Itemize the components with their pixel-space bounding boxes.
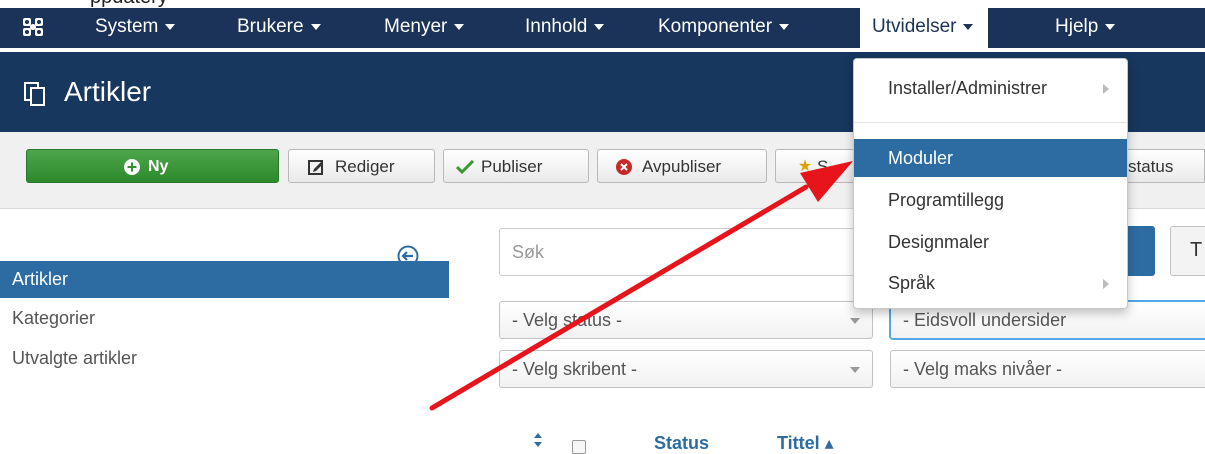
menu-users[interactable]: Brukere: [237, 8, 321, 48]
column-title-header[interactable]: Tittel ▴: [777, 433, 834, 454]
dropdown-item-label: Installer/Administrer: [888, 78, 1048, 98]
column-status-header[interactable]: Status: [654, 433, 709, 454]
chevron-down-icon: [594, 23, 605, 30]
chevron-right-icon: [1103, 279, 1109, 289]
extensions-dropdown-menu: Installer/Administrer Moduler Programtil…: [853, 58, 1128, 309]
category-select-value: - Eidsvoll undersider: [903, 310, 1067, 330]
search-placeholder: Søk: [512, 242, 545, 262]
search-tools-label: T: [1190, 239, 1203, 261]
select-all-checkbox[interactable]: [572, 440, 586, 454]
search-tools-button[interactable]: T: [1170, 226, 1205, 276]
cancel-circle-icon: [616, 159, 632, 175]
edit-button-label: Rediger: [335, 157, 395, 176]
sort-icon[interactable]: [533, 432, 543, 448]
feature-button[interactable]: ★ S: [775, 149, 855, 183]
publish-button-label: Publiser: [481, 157, 543, 176]
dropdown-item-languages[interactable]: Språk: [854, 264, 1127, 302]
chevron-right-icon: [1103, 84, 1109, 94]
sidebar-item-label: Artikler: [12, 269, 69, 289]
sidebar-item-label: Kategorier: [12, 308, 96, 328]
status-button-label: status: [1128, 157, 1174, 176]
chevron-down-icon: [850, 318, 860, 324]
unpublish-button-label: Avpubliser: [642, 157, 722, 176]
new-button[interactable]: Ny: [26, 149, 279, 183]
dropdown-item-templates[interactable]: Designmaler: [854, 223, 1127, 261]
unpublish-button[interactable]: Avpubliser: [597, 149, 767, 183]
menu-menus[interactable]: Menyer: [384, 8, 465, 48]
sidebar-item-featured[interactable]: Utvalgte artikler: [0, 340, 449, 377]
sidebar-item-label: Utvalgte artikler: [12, 348, 138, 368]
sidebar-item-articles[interactable]: Artikler: [0, 261, 449, 298]
search-input[interactable]: Søk: [499, 228, 899, 276]
chevron-down-icon: [454, 23, 465, 30]
sidebar: Artikler Kategorier Utvalgte artikler: [0, 209, 449, 453]
admin-menu-bar: System Brukere Menyer Innhold Komponente…: [0, 8, 1205, 48]
joomla-logo-icon[interactable]: [20, 15, 46, 39]
author-select[interactable]: - Velg skribent -: [499, 350, 873, 388]
top-cropped-text: ppdatery: [0, 0, 1205, 8]
edit-button[interactable]: Rediger: [288, 149, 435, 183]
status-select-value: - Velg status -: [512, 310, 623, 330]
copy-icon: [24, 82, 45, 106]
menu-users-label: Brukere: [237, 16, 304, 37]
check-icon: [456, 160, 474, 174]
status-select[interactable]: - Velg status -: [499, 301, 873, 339]
chevron-down-icon: [165, 23, 176, 30]
dropdown-item-label: Moduler: [888, 148, 954, 168]
menu-help-label: Hjelp: [1055, 16, 1099, 37]
star-icon: ★: [797, 158, 813, 175]
menu-system[interactable]: System: [95, 8, 176, 48]
plus-circle-icon: [124, 159, 140, 175]
edit-icon: [308, 160, 323, 175]
dropdown-item-label: Programtillegg: [888, 190, 1005, 210]
chevron-down-icon: [310, 23, 321, 30]
dropdown-item-install-manage[interactable]: Installer/Administrer: [854, 69, 1127, 107]
dropdown-item-modules[interactable]: Moduler: [854, 139, 1127, 177]
dropdown-item-label: Språk: [888, 273, 936, 293]
menu-content-label: Innhold: [525, 16, 588, 37]
menu-content[interactable]: Innhold: [525, 8, 605, 48]
chevron-down-icon: [779, 23, 790, 30]
new-button-label: Ny: [148, 158, 169, 175]
menu-menus-label: Menyer: [384, 16, 448, 37]
menu-extensions-label: Utvidelser: [872, 16, 957, 37]
feature-button-label: S: [817, 157, 829, 176]
dropdown-divider: [854, 122, 1127, 123]
chevron-down-icon: [1105, 23, 1116, 30]
status-button[interactable]: status: [1115, 149, 1205, 183]
author-select-value: - Velg skribent -: [512, 359, 638, 379]
menu-extensions[interactable]: Utvidelser: [860, 8, 989, 48]
page-title: Artikler: [64, 76, 152, 107]
dropdown-item-plugins[interactable]: Programtillegg: [854, 181, 1127, 219]
sidebar-item-categories[interactable]: Kategorier: [0, 300, 449, 337]
chevron-down-icon: [963, 23, 974, 30]
chevron-down-icon: [850, 367, 860, 373]
max-levels-select-value: - Velg maks nivåer -: [903, 359, 1063, 379]
max-levels-select[interactable]: - Velg maks nivåer -: [890, 350, 1205, 388]
menu-help[interactable]: Hjelp: [1055, 8, 1116, 48]
publish-button[interactable]: Publiser: [443, 149, 589, 183]
menu-components[interactable]: Komponenter: [658, 8, 790, 48]
dropdown-item-label: Designmaler: [888, 232, 990, 252]
menu-components-label: Komponenter: [658, 16, 773, 37]
menu-system-label: System: [95, 16, 159, 37]
top-cropped-label: ppdatery: [90, 0, 168, 8]
